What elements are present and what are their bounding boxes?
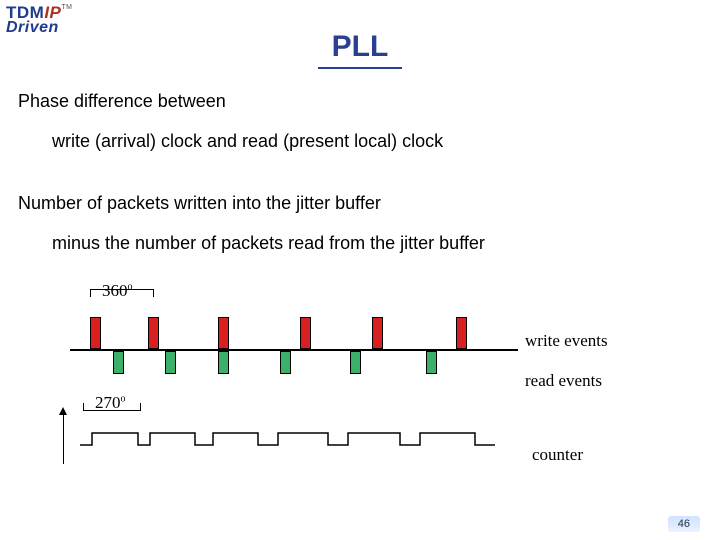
body-line-1: Phase difference between xyxy=(18,91,226,112)
body-line-4: minus the number of packets read from th… xyxy=(52,233,485,254)
label-270: 270o xyxy=(95,393,126,413)
counter-arrow-icon xyxy=(63,413,64,464)
write-event-bar xyxy=(456,317,467,349)
read-event-bar xyxy=(165,351,176,374)
write-event-bar xyxy=(372,317,383,349)
page-title: PLL xyxy=(0,30,720,64)
logo-tm: TM xyxy=(61,4,72,11)
write-event-bar xyxy=(90,317,101,349)
label-counter: counter xyxy=(532,445,583,465)
counter-waveform xyxy=(80,425,510,465)
read-event-bar xyxy=(426,351,437,374)
label-360: 360o xyxy=(102,281,133,301)
read-event-bar xyxy=(218,351,229,374)
read-event-bar xyxy=(350,351,361,374)
label-read-events: read events xyxy=(525,371,602,391)
timing-diagram: 360o write events read events 270o count… xyxy=(70,285,650,485)
write-event-bar xyxy=(148,317,159,349)
read-event-bar xyxy=(280,351,291,374)
write-event-bar xyxy=(300,317,311,349)
body-line-3: Number of packets written into the jitte… xyxy=(18,193,381,214)
body-line-2: write (arrival) clock and read (present … xyxy=(52,131,443,152)
page-number: 46 xyxy=(668,516,700,532)
title-underline xyxy=(318,67,402,69)
label-write-events: write events xyxy=(525,331,608,351)
read-event-bar xyxy=(113,351,124,374)
timeline xyxy=(70,349,518,351)
write-event-bar xyxy=(218,317,229,349)
